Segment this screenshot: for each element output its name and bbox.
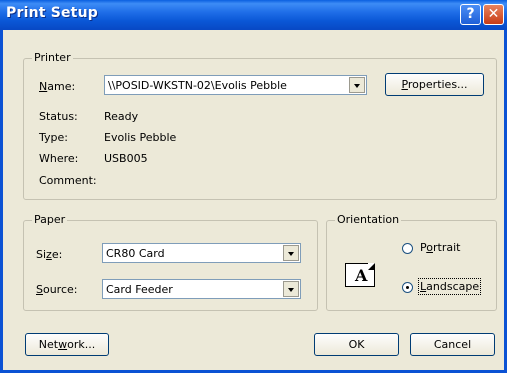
title-bar[interactable]: Print Setup ? ✕ (0, 0, 507, 30)
page-orientation-icon: A (345, 263, 375, 287)
paper-source-select[interactable]: Card Feeder (102, 279, 301, 299)
printer-group-label: Printer (32, 51, 73, 64)
paper-group-label: Paper (32, 213, 68, 226)
chevron-down-icon[interactable] (283, 281, 299, 297)
ok-button[interactable]: OK (314, 333, 399, 356)
paper-size-value: CR80 Card (106, 247, 165, 260)
printer-name-value: \\POSID-WKSTN-02\Evolis Pebble (108, 79, 287, 92)
status-value: Ready (104, 110, 139, 123)
printer-name-select[interactable]: \\POSID-WKSTN-02\Evolis Pebble (104, 75, 367, 95)
source-label: Source: (36, 283, 78, 296)
print-setup-dialog: Print Setup ? ✕ Printer Name: \\POSID-WK… (0, 0, 507, 373)
network-button[interactable]: Network... (25, 333, 109, 356)
landscape-label[interactable]: Landscape (417, 278, 482, 295)
landscape-radio[interactable] (402, 282, 413, 293)
cancel-button[interactable]: Cancel (410, 333, 495, 356)
chevron-down-icon[interactable] (349, 77, 365, 93)
type-value: Evolis Pebble (104, 131, 177, 144)
name-label: Name: (39, 80, 76, 93)
properties-button[interactable]: Properties... (385, 73, 484, 96)
close-button[interactable]: ✕ (483, 4, 504, 25)
portrait-label[interactable]: Portrait (420, 241, 460, 254)
size-label: Size: (36, 248, 63, 261)
status-label: Status: (39, 110, 78, 123)
help-button[interactable]: ? (460, 4, 481, 25)
window-title: Print Setup (6, 5, 98, 21)
question-mark-icon: ? (466, 6, 475, 22)
chevron-down-icon[interactable] (283, 245, 299, 261)
close-x-icon: ✕ (487, 6, 500, 22)
where-value: USB005 (104, 152, 148, 165)
portrait-radio[interactable] (402, 243, 413, 254)
orientation-group-label: Orientation (335, 213, 402, 226)
comment-label: Comment: (39, 174, 97, 187)
type-label: Type: (39, 131, 68, 144)
paper-size-select[interactable]: CR80 Card (102, 243, 301, 263)
where-label: Where: (39, 152, 79, 165)
paper-source-value: Card Feeder (106, 283, 173, 296)
